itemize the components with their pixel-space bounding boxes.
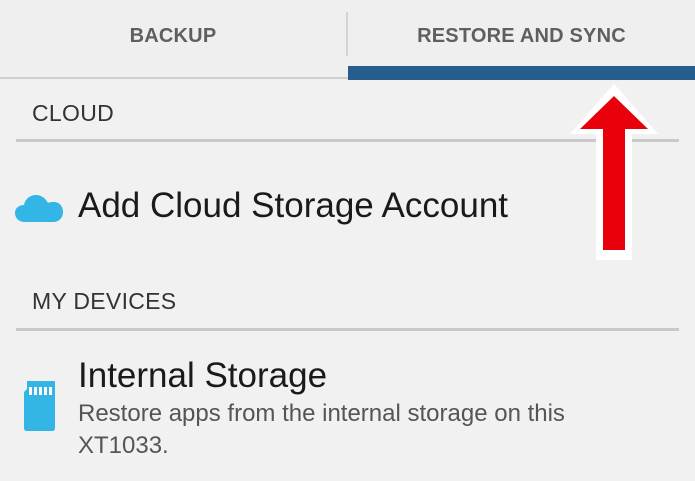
add-cloud-account-label: Add Cloud Storage Account	[78, 186, 509, 225]
section-divider-devices	[16, 328, 679, 331]
tab-baseline	[0, 77, 348, 79]
tab-restore-label: RESTORE AND SYNC	[417, 24, 626, 47]
cloud-icon	[15, 195, 63, 222]
tab-backup-label: BACKUP	[129, 24, 217, 47]
tab-bar: BACKUP RESTORE AND SYNC	[0, 0, 695, 81]
device-title: Internal Storage	[78, 356, 328, 395]
sd-card-icon	[24, 381, 55, 431]
red-arrow-annotation	[570, 84, 658, 260]
tab-restore-and-sync[interactable]: RESTORE AND SYNC	[348, 0, 695, 72]
tab-backup[interactable]: BACKUP	[0, 0, 346, 72]
device-description: Restore apps from the internal storage o…	[78, 400, 565, 459]
section-header-my-devices: MY DEVICES	[32, 288, 177, 314]
section-header-cloud: CLOUD	[32, 100, 115, 126]
selected-tab-indicator	[348, 66, 695, 80]
